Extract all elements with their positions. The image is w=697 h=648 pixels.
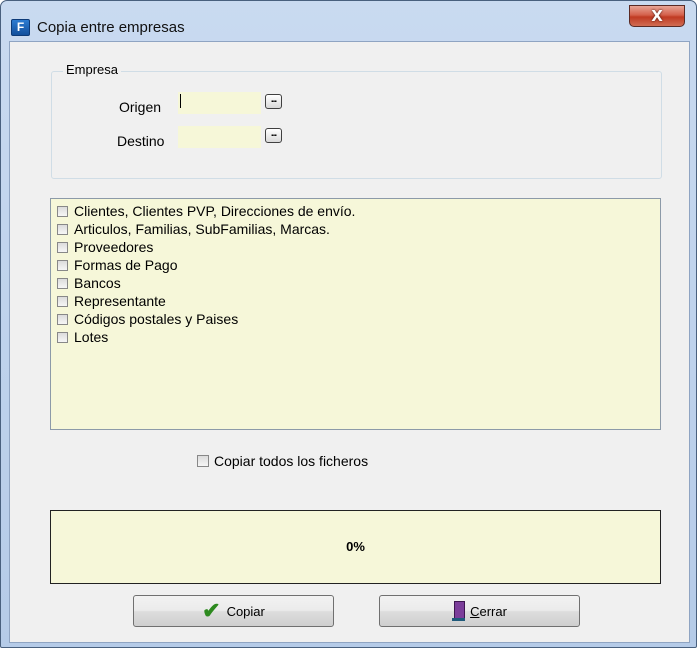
window-title: Copia entre empresas xyxy=(37,19,185,36)
articulos-checkbox[interactable] xyxy=(57,223,68,235)
destino-field[interactable] xyxy=(178,126,261,148)
list-item-representante[interactable]: Representante xyxy=(57,292,166,310)
cerrar-button[interactable]: Cerrar xyxy=(379,595,580,627)
progress-text: 0% xyxy=(346,539,365,554)
origen-label: Origen xyxy=(119,99,162,115)
bancos-checkbox[interactable] xyxy=(57,277,68,289)
proveedores-checkbox[interactable] xyxy=(57,241,68,253)
progress-bar: 0% xyxy=(50,510,661,584)
list-item-label: Representante xyxy=(74,293,166,309)
list-item-label: Proveedores xyxy=(74,239,154,255)
exit-door-icon xyxy=(452,601,466,621)
copy-all-label: Copiar todos los ficheros xyxy=(214,453,369,469)
copy-all-checkbox[interactable] xyxy=(197,455,209,467)
formas-de-pago-checkbox[interactable] xyxy=(57,259,68,271)
list-item-label: Lotes xyxy=(74,329,109,345)
clientes-checkbox[interactable] xyxy=(57,205,68,217)
dialog-client-area: Empresa Origen ... Destino ... Clientes,… xyxy=(9,41,690,643)
list-item-clientes[interactable]: Clientes, Clientes PVP, Direcciones de e… xyxy=(57,202,355,220)
app-icon: F xyxy=(11,19,30,36)
copy-options-list[interactable]: Clientes, Clientes PVP, Direcciones de e… xyxy=(50,198,661,430)
dialog-window: F Copia entre empresas X Empresa Origen … xyxy=(0,0,697,648)
list-item-codigos-postales[interactable]: Códigos postales y Paises xyxy=(57,310,238,328)
copiar-button[interactable]: ✔ Copiar xyxy=(133,595,334,627)
empresa-groupbox xyxy=(51,71,662,179)
list-item-label: Códigos postales y Paises xyxy=(74,311,239,327)
list-item-label: Clientes, Clientes PVP, Direcciones de e… xyxy=(74,203,356,219)
cerrar-button-label: Cerrar xyxy=(470,604,507,619)
list-item-articulos[interactable]: Articulos, Familias, SubFamilias, Marcas… xyxy=(57,220,330,238)
list-item-label: Bancos xyxy=(74,275,121,291)
lotes-checkbox[interactable] xyxy=(57,331,68,343)
text-caret xyxy=(180,94,181,108)
cerrar-label-rest: errar xyxy=(479,603,507,619)
representante-checkbox[interactable] xyxy=(57,295,68,307)
destino-browse-button[interactable]: ... xyxy=(265,128,282,143)
list-item-proveedores[interactable]: Proveedores xyxy=(57,238,153,256)
list-item-lotes[interactable]: Lotes xyxy=(57,328,108,346)
list-item-label: Formas de Pago xyxy=(74,257,178,273)
list-item-bancos[interactable]: Bancos xyxy=(57,274,121,292)
checkmark-icon: ✔ xyxy=(202,598,221,623)
empresa-group-label: Empresa xyxy=(63,62,122,77)
origen-field[interactable] xyxy=(178,92,261,114)
origen-browse-button[interactable]: ... xyxy=(265,94,282,109)
copiar-button-label: Copiar xyxy=(226,603,265,619)
copy-all-option[interactable]: Copiar todos los ficheros xyxy=(197,453,368,469)
destino-label: Destino xyxy=(117,133,165,149)
close-button[interactable]: X xyxy=(629,5,685,27)
title-bar[interactable]: F Copia entre empresas X xyxy=(1,1,696,41)
codigos-postales-checkbox[interactable] xyxy=(57,313,68,325)
list-item-formas-de-pago[interactable]: Formas de Pago xyxy=(57,256,178,274)
list-item-label: Articulos, Familias, SubFamilias, Marcas… xyxy=(74,221,330,237)
